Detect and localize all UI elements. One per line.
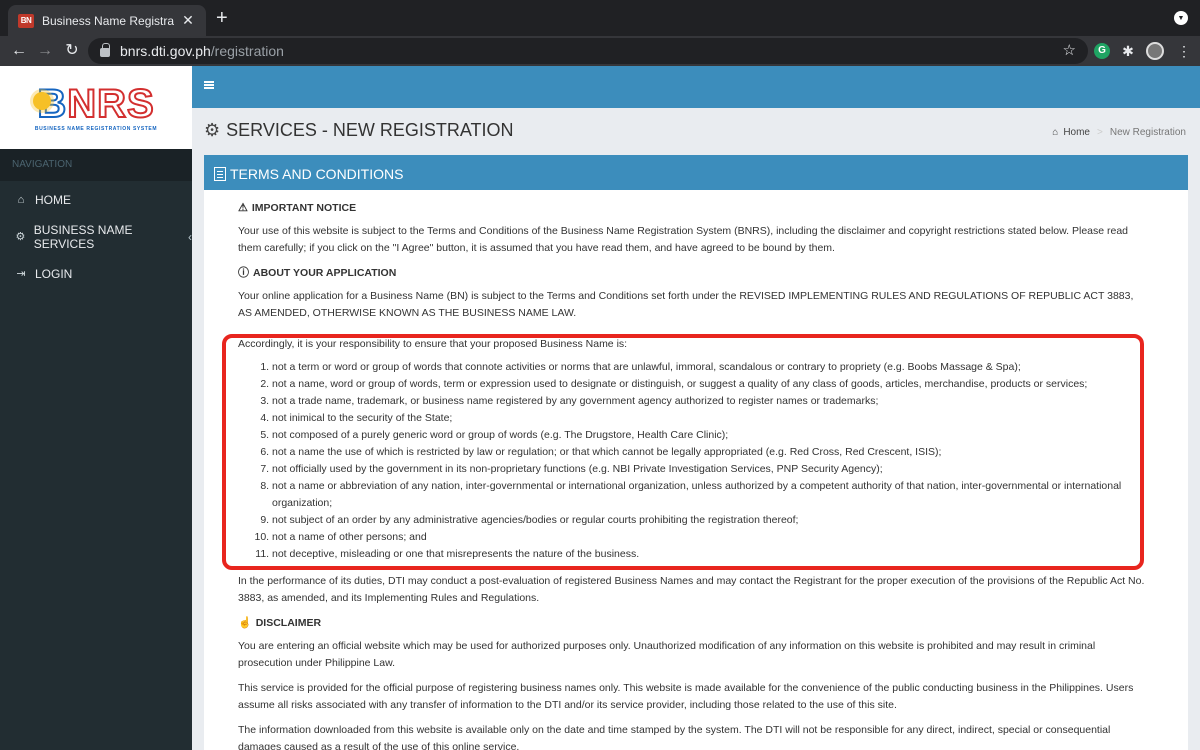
tab-title: Business Name Registration - B — [42, 13, 174, 28]
section-heading: ⚠ IMPORTANT NOTICE — [238, 200, 1148, 217]
browser-tab-bar: BN Business Name Registration - B ✕ + ▼ — [0, 0, 1200, 36]
sidebar-item-label: HOME — [35, 192, 71, 207]
info-icon: ⓘ — [238, 267, 249, 279]
sidebar-item-login[interactable]: ⇥ LOGIN — [0, 255, 192, 292]
logo[interactable]: BNRS BUSINESS NAME REGISTRATION SYSTEM — [0, 66, 192, 149]
warning-icon: ⚠ — [238, 202, 248, 214]
chevron-left-icon: ‹ — [188, 229, 192, 244]
list-item: not inimical to the security of the Stat… — [272, 410, 1148, 427]
box-header: TERMS AND CONDITIONS — [204, 158, 1188, 190]
post-evaluation-paragraph: In the performance of its duties, DTI ma… — [238, 575, 1145, 604]
disclaimer-paragraph: You are entering an official website whi… — [238, 640, 1096, 669]
url-path: /registration — [210, 43, 284, 59]
list-item: not a name, word or group of words, term… — [272, 376, 1148, 393]
lock-icon[interactable] — [100, 43, 110, 57]
top-navbar — [192, 66, 1200, 108]
sign-in-icon: ⇥ — [16, 268, 26, 280]
breadcrumb-current: New Registration — [1109, 127, 1186, 138]
tab-search-icon[interactable]: ▼ — [1174, 11, 1188, 25]
list-item: not subject of an order by any administr… — [272, 512, 1148, 529]
profile-avatar-icon[interactable] — [1146, 42, 1164, 60]
sidebar-header: NAVIGATION — [0, 149, 192, 181]
sun-icon — [33, 91, 52, 110]
list-item: not a trade name, trademark, or business… — [272, 393, 1148, 410]
section-heading: ⓘ ABOUT YOUR APPLICATION — [238, 265, 1148, 282]
disclaimer-paragraph: The information downloaded from this web… — [238, 724, 1111, 750]
browser-tab[interactable]: BN Business Name Registration - B ✕ — [8, 5, 206, 36]
hamburger-menu-icon[interactable] — [204, 81, 214, 89]
browser-toolbar: ← → ↻ bnrs.dti.gov.ph/registration ☆ G ✱… — [0, 36, 1200, 66]
list-item: not a name or abbreviation of any nation… — [272, 478, 1148, 512]
box-title: TERMS AND CONDITIONS — [230, 166, 404, 182]
sidebar-item-label: LOGIN — [35, 266, 73, 281]
list-item: not officially used by the government in… — [272, 461, 1148, 478]
new-tab-icon[interactable]: + — [216, 8, 228, 28]
address-bar[interactable]: bnrs.dti.gov.ph/registration ☆ — [88, 38, 1088, 64]
url-host: bnrs.dti.gov.ph — [120, 43, 211, 59]
requirements-list: not a term or word or group of words tha… — [272, 359, 1148, 563]
reload-icon[interactable]: ↻ — [61, 40, 83, 62]
breadcrumb-home[interactable]: Home — [1063, 127, 1090, 138]
breadcrumb: ⌂ Home > New Registration — [1052, 127, 1186, 138]
responsibility-paragraph: Accordingly, it is your responsibility t… — [238, 338, 628, 350]
cogs-icon: ⚙ — [204, 120, 221, 140]
about-paragraph: Your online application for a Business N… — [238, 290, 1134, 319]
list-item: not composed of a purely generic word or… — [272, 427, 1148, 444]
hand-icon: ☝ — [238, 617, 252, 629]
breadcrumb-separator: > — [1097, 127, 1103, 138]
bookmark-star-icon[interactable]: ☆ — [1063, 41, 1076, 59]
list-item: not deceptive, misleading or one that mi… — [272, 546, 1148, 563]
sidebar-item-business-name-services[interactable]: ⚙ BUSINESS NAME SERVICES ‹ — [0, 218, 192, 255]
home-icon: ⌂ — [1052, 127, 1059, 138]
list-item: not a name the use of which is restricte… — [272, 444, 1148, 461]
grammarly-extension-icon[interactable]: G — [1094, 43, 1110, 59]
page-title: ⚙ SERVICES - NEW REGISTRATION — [204, 120, 514, 140]
list-item: not a name of other persons; and — [272, 529, 1148, 546]
sidebar-item-home[interactable]: ⌂ HOME — [0, 181, 192, 218]
forward-arrow-icon[interactable]: → — [34, 40, 56, 62]
list-alt-icon — [214, 167, 226, 181]
home-icon: ⌂ — [17, 193, 25, 206]
list-item: not a term or word or group of words tha… — [272, 359, 1148, 376]
disclaimer-paragraph: This service is provided for the officia… — [238, 682, 1134, 711]
logo-mark: BNRS — [33, 83, 155, 125]
sidebar-item-label: BUSINESS NAME SERVICES — [33, 222, 133, 251]
logo-subtitle: BUSINESS NAME REGISTRATION SYSTEM — [34, 125, 158, 132]
extensions-puzzle-icon[interactable]: ✱ — [1120, 43, 1136, 59]
favicon-icon: BN — [18, 13, 34, 28]
notice-paragraph: Your use of this website is subject to t… — [238, 225, 1129, 254]
sidebar: NAVIGATION ⌂ HOME ⚙ BUSINESS NAME SERVIC… — [0, 149, 192, 750]
terms-content: ⚠ IMPORTANT NOTICE Your use of this webs… — [238, 200, 1148, 750]
section-heading: ☝ DISCLAIMER — [238, 615, 1148, 632]
cogs-icon: ⚙ — [15, 231, 26, 243]
close-icon[interactable]: ✕ — [180, 12, 196, 29]
kebab-menu-icon[interactable]: ⋮ — [1176, 43, 1192, 59]
back-arrow-icon[interactable]: ← — [8, 40, 30, 62]
